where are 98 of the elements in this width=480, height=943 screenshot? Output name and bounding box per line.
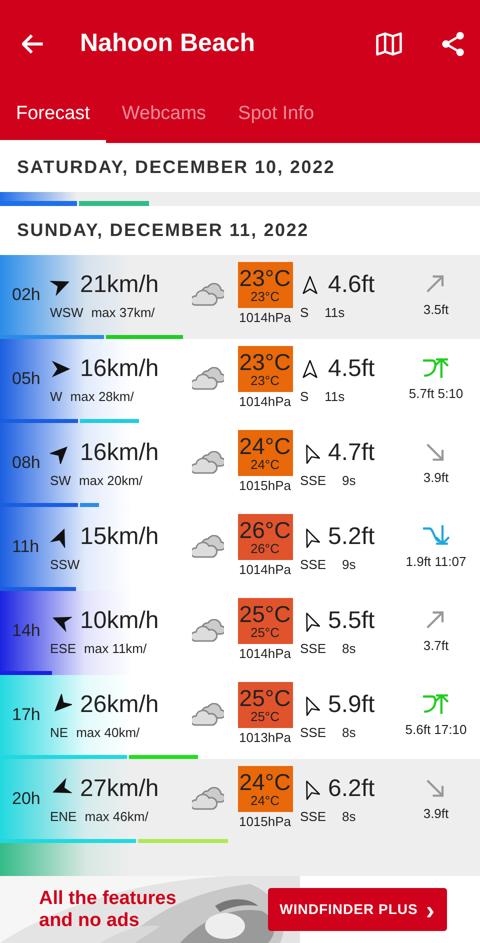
swell-height: 5.2ft xyxy=(328,522,375,552)
wind-gust: max 20km/ xyxy=(78,472,143,490)
air-temperature: 24°C xyxy=(239,435,291,458)
swell-direction: S xyxy=(300,304,309,322)
tide-info: 3.9ft xyxy=(423,805,449,824)
map-icon[interactable] xyxy=(376,32,402,56)
feels-like-temperature: 25°C xyxy=(250,710,280,724)
cloud-icon xyxy=(192,535,224,559)
hour-label: 17h xyxy=(12,705,40,724)
wind-direction: ENE xyxy=(50,808,77,826)
swell-height: 5.5ft xyxy=(328,606,375,636)
air-temperature: 25°C xyxy=(239,687,291,710)
swell-direction: SSE xyxy=(300,724,326,742)
cloud-icon xyxy=(192,703,224,727)
forecast-row[interactable]: 20h 27km/h ENE max 46km/ 24°C 24°C 1015hPa 6.2ft SSE 8s 3.9ft xyxy=(0,759,480,843)
swell-height: 4.6ft xyxy=(328,270,375,300)
air-temperature: 26°C xyxy=(239,519,291,542)
ad-text: All the features and no ads xyxy=(39,888,178,932)
wind-speed: 16km/h xyxy=(80,354,159,384)
hour-label: 02h xyxy=(12,285,40,304)
swell-direction: S xyxy=(300,388,309,406)
wind-gust: max 11km/ xyxy=(84,640,147,658)
tab[interactable]: Forecast xyxy=(0,88,106,143)
cloud-icon xyxy=(192,367,224,391)
wind-direction: NE xyxy=(50,724,68,742)
chevron-icon: › xyxy=(426,896,435,922)
air-temperature: 23°C xyxy=(239,351,291,374)
hour-label: 14h xyxy=(12,621,40,640)
wind-speed: 16km/h xyxy=(80,438,159,468)
tide-info: 1.9ft 11:07 xyxy=(406,553,466,572)
wind-speed: 10km/h xyxy=(80,606,159,636)
air-pressure: 1014hPa xyxy=(238,645,292,664)
swell-direction: SSE xyxy=(300,472,326,490)
cloud-icon xyxy=(192,283,224,307)
back-icon[interactable] xyxy=(22,34,44,54)
air-pressure: 1014hPa xyxy=(238,393,292,412)
swell-height: 5.9ft xyxy=(328,690,375,720)
wind-gust: max 40km/ xyxy=(76,724,140,742)
air-pressure: 1015hPa xyxy=(238,813,292,832)
air-pressure: 1015hPa xyxy=(238,477,292,496)
air-temperature: 24°C xyxy=(239,771,291,794)
tide-info: 5.6ft 17:10 xyxy=(405,721,467,740)
wind-speed: 21km/h xyxy=(80,270,159,300)
wind-direction: SSW xyxy=(50,556,80,574)
wind-direction: SW xyxy=(50,472,71,490)
cloud-icon xyxy=(192,619,224,643)
wind-speed: 15km/h xyxy=(80,522,159,552)
wind-direction: W xyxy=(50,388,62,406)
cloud-icon xyxy=(192,787,224,811)
swell-period: 8s xyxy=(342,724,356,742)
day-summary-strip[interactable] xyxy=(0,192,480,206)
swell-height: 4.5ft xyxy=(328,354,375,384)
hour-label: 05h xyxy=(12,369,40,388)
cloud-icon xyxy=(192,451,224,475)
swell-height: 4.7ft xyxy=(328,438,375,468)
share-icon[interactable] xyxy=(440,31,466,57)
wind-gust: max 46km/ xyxy=(84,808,148,826)
swell-period: 9s xyxy=(342,556,356,574)
air-temperature: 23°C xyxy=(239,267,291,290)
hour-label: 08h xyxy=(12,453,40,472)
feels-like-temperature: 24°C xyxy=(250,794,280,808)
swell-period: 9s xyxy=(342,472,356,490)
swell-direction: SSE xyxy=(300,556,326,574)
feels-like-temperature: 24°C xyxy=(250,458,280,472)
tide-info: 5.7ft 5:10 xyxy=(408,385,464,404)
swell-period: 11s xyxy=(324,304,345,322)
wind-direction: ESE xyxy=(50,640,76,658)
tide-info: 3.9ft xyxy=(423,469,449,488)
wind-gust: max 28km/ xyxy=(70,388,134,406)
feels-like-temperature: 23°C xyxy=(250,374,280,388)
feels-like-temperature: 23°C xyxy=(250,290,280,304)
tide-info: 3.7ft xyxy=(423,637,449,656)
hour-label: 20h xyxy=(12,789,40,808)
swell-arrow-icon xyxy=(300,358,320,380)
feels-like-temperature: 26°C xyxy=(250,542,280,556)
upgrade-button[interactable]: WINDFINDER PLUS › xyxy=(268,888,447,931)
swell-arrow-icon xyxy=(300,274,320,296)
air-temperature: 25°C xyxy=(239,603,291,626)
swell-direction: SSE xyxy=(300,640,326,658)
wind-gust: max 37km/ xyxy=(91,304,155,322)
wind-direction: WSW xyxy=(50,304,84,322)
day-heading: SUNDAY, DECEMBER 11, 2022 xyxy=(16,219,310,242)
screen-title: Nahoon Beach xyxy=(80,28,256,60)
wind-speed: 26km/h xyxy=(80,690,159,720)
swell-period: 8s xyxy=(342,640,356,658)
wind-speed: 27km/h xyxy=(80,774,159,804)
air-pressure: 1014hPa xyxy=(238,309,292,328)
swell-direction: SSE xyxy=(300,808,326,826)
day-heading: SATURDAY, DECEMBER 10, 2022 xyxy=(16,156,336,179)
swell-height: 6.2ft xyxy=(328,774,375,804)
hour-label: 11h xyxy=(12,537,40,556)
forecast-row[interactable]: 02h 21km/h WSW max 37km/ 23°C 23°C 1014hPa 4.6ft S 11s 3.5ft xyxy=(0,255,480,339)
swell-period: 11s xyxy=(324,388,345,406)
tide-info: 3.5ft xyxy=(423,301,449,320)
air-pressure: 1013hPa xyxy=(238,729,292,748)
feels-like-temperature: 25°C xyxy=(250,626,280,640)
air-pressure: 1014hPa xyxy=(238,561,292,580)
swell-period: 8s xyxy=(342,808,356,826)
